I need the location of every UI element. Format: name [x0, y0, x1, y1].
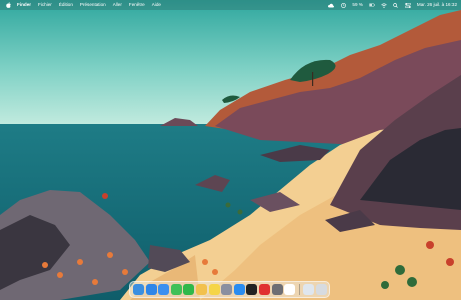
status-area: 59 % Mar. 26 juil. à 16:32 [328, 0, 457, 10]
clock-icon[interactable] [340, 2, 346, 8]
battery-icon[interactable] [368, 2, 375, 8]
dock-separator [298, 284, 300, 295]
control-center-icon[interactable] [404, 2, 411, 8]
dock [129, 281, 330, 298]
desktop-wallpaper [0, 0, 461, 300]
notes-icon[interactable] [208, 284, 220, 295]
safari-icon[interactable] [145, 284, 157, 295]
battery-percentage: 59 % [352, 2, 363, 7]
screen-recorder-icon[interactable] [258, 284, 270, 295]
date-time[interactable]: Mar. 26 juil. à 16:32 [417, 0, 457, 10]
terminal-icon[interactable] [246, 284, 258, 295]
preview-icon[interactable] [302, 284, 314, 295]
cloud-icon[interactable] [328, 2, 335, 8]
app-store-icon[interactable] [233, 284, 245, 295]
facetime-icon[interactable] [183, 284, 195, 295]
apple-menu-icon[interactable] [5, 2, 11, 8]
menu-fichier[interactable]: Fichier [38, 0, 52, 10]
search-icon[interactable] [393, 2, 399, 8]
menu-bar: Finder Fichier Édition Présentation Alle… [0, 0, 461, 10]
launchpad-icon[interactable] [221, 284, 233, 295]
finder-icon[interactable] [133, 284, 144, 295]
menu-presentation[interactable]: Présentation [80, 0, 106, 10]
messages-icon[interactable] [170, 284, 182, 295]
photos-icon[interactable] [195, 284, 207, 295]
menu-aller[interactable]: Aller [113, 0, 122, 10]
menu-app-name[interactable]: Finder [17, 0, 31, 10]
wifi-icon[interactable] [381, 2, 387, 8]
calendar-icon[interactable] [284, 284, 296, 295]
system-preferences-icon[interactable] [271, 284, 283, 295]
menu-edition[interactable]: Édition [59, 0, 73, 10]
trash-icon[interactable] [315, 284, 327, 295]
menu-fenetre[interactable]: Fenêtre [129, 0, 145, 10]
menu-aide[interactable]: Aide [152, 0, 161, 10]
mail-icon[interactable] [158, 284, 170, 295]
